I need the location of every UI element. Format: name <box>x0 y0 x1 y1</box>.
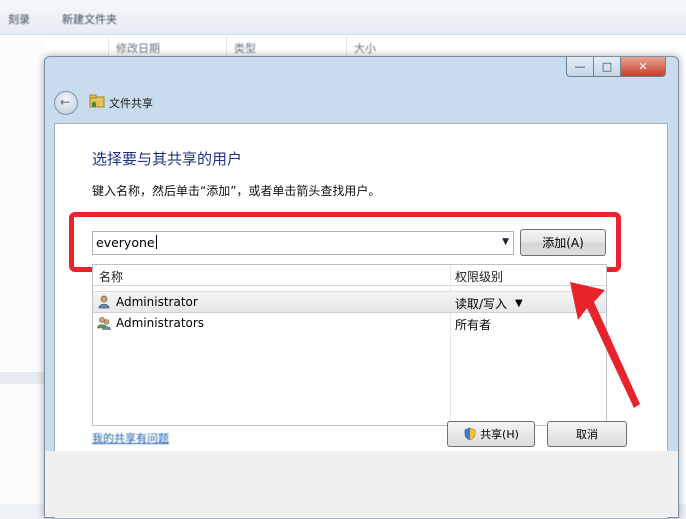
column-header-permission[interactable]: 权限级别 <box>455 268 503 285</box>
column-divider <box>450 265 451 425</box>
red-arrow-annotation <box>570 282 640 408</box>
column-header-date[interactable]: 修改日期 <box>116 40 160 56</box>
new-folder-button[interactable]: 新建文件夹 <box>62 11 117 27</box>
user-name-cell: Administrator <box>97 295 198 309</box>
maximize-button[interactable]: □ <box>594 57 621 77</box>
dialog-heading: 选择要与其共享的用户 <box>92 150 243 168</box>
column-header-name[interactable]: 名称 <box>99 268 123 285</box>
table-header: 名称 权限级别 <box>93 265 606 286</box>
window-controls: — □ ✕ <box>566 57 666 77</box>
help-link[interactable]: 我的共享有问题 <box>92 430 169 446</box>
red-highlight-box <box>69 212 621 272</box>
minimize-button[interactable]: — <box>566 57 594 77</box>
column-header-size[interactable]: 大小 <box>354 40 376 56</box>
explorer-toolbar: 刻录 新建文件夹 <box>0 0 686 35</box>
dialog-footer <box>45 451 678 517</box>
dialog-titlebar: — □ ✕ ← 文件共享 <box>45 57 678 121</box>
shared-folder-icon <box>89 94 105 108</box>
user-icon <box>98 295 110 309</box>
instruction-text: 键入名称，然后单击“添加”，或者单击箭头查找用户。 <box>92 184 381 198</box>
group-icon <box>97 317 111 330</box>
column-separator <box>346 36 347 58</box>
share-button-label: 共享(H) <box>480 428 519 441</box>
column-header-type[interactable]: 类型 <box>234 40 256 56</box>
dialog-title: 文件共享 <box>109 97 153 110</box>
uac-shield-icon <box>464 427 476 441</box>
back-button[interactable]: ← <box>54 91 78 115</box>
column-separator <box>226 36 227 58</box>
user-name-label: Administrators <box>116 316 205 330</box>
permission-label: 读取/写入 <box>455 297 508 311</box>
nav-pane-row <box>0 372 46 384</box>
close-button[interactable]: ✕ <box>621 57 666 77</box>
navigation-pane <box>0 35 47 504</box>
user-name-cell: Administrators <box>97 316 204 330</box>
share-button[interactable]: 共享(H) <box>447 421 535 447</box>
user-name-label: Administrator <box>116 295 198 309</box>
cancel-button[interactable]: 取消 <box>547 421 627 447</box>
user-permission-table: 名称 权限级别 Administrator 读取/写入 ▼ Administra… <box>92 264 607 426</box>
column-separator <box>108 36 109 58</box>
permission-dropdown[interactable]: 读取/写入 ▼ <box>455 295 523 312</box>
back-arrow-icon: ← <box>60 95 71 109</box>
chevron-down-icon[interactable]: ▼ <box>515 298 523 309</box>
table-row[interactable]: Administrator 读取/写入 ▼ <box>93 291 606 313</box>
burn-button[interactable]: 刻录 <box>8 11 30 27</box>
permission-label: 所有者 <box>455 318 492 332</box>
table-row[interactable]: Administrators 所有者 <box>93 313 606 333</box>
